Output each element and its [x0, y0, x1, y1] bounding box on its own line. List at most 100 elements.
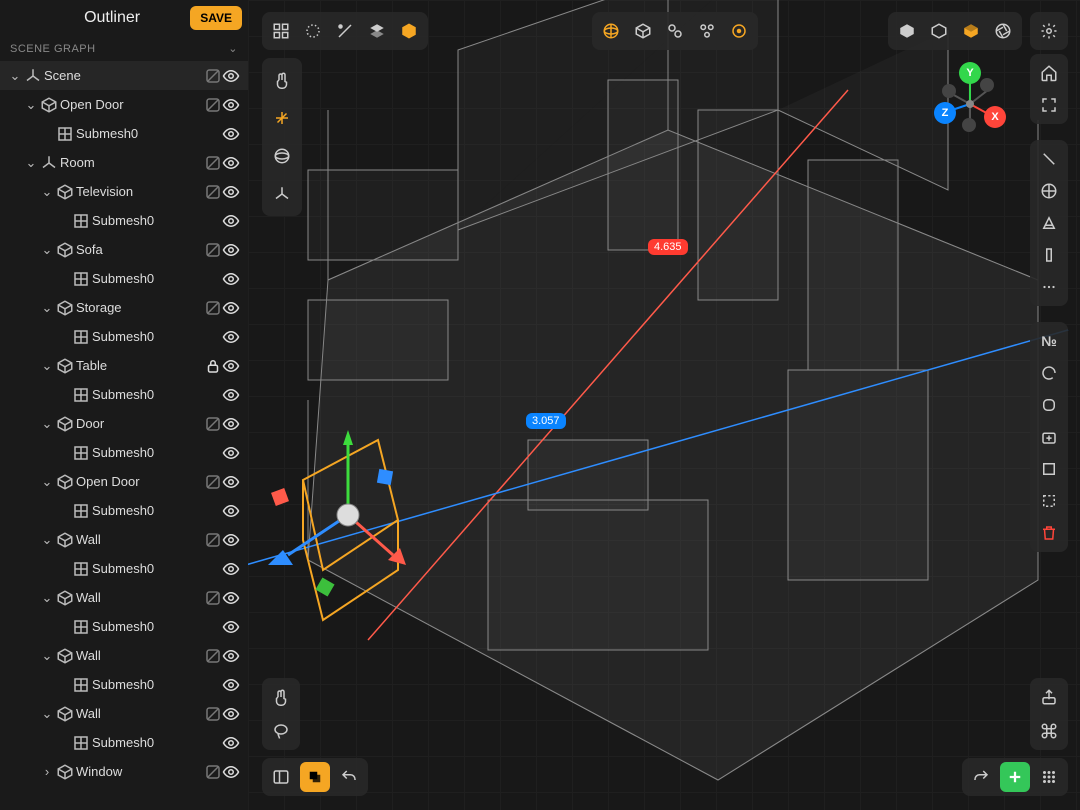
- axes-icon[interactable]: [266, 178, 298, 210]
- visibility-icon[interactable]: [222, 705, 240, 723]
- tree-row[interactable]: ⌄Wall: [0, 583, 248, 612]
- visibility-icon[interactable]: [222, 763, 240, 781]
- axis-x-ball[interactable]: X: [984, 106, 1006, 128]
- backslash-icon[interactable]: [1034, 144, 1064, 174]
- disclosure-icon[interactable]: ›: [40, 764, 54, 779]
- visibility-icon[interactable]: [222, 473, 240, 491]
- column-icon[interactable]: [1034, 240, 1064, 270]
- frame-icon[interactable]: [1034, 90, 1064, 120]
- link-icon[interactable]: [660, 16, 690, 46]
- visibility-icon[interactable]: [222, 386, 240, 404]
- aperture-icon[interactable]: [988, 16, 1018, 46]
- shader-off-icon[interactable]: [204, 473, 222, 491]
- trash-icon[interactable]: [1034, 518, 1064, 548]
- disclosure-icon[interactable]: ⌄: [40, 300, 54, 316]
- add-button[interactable]: [1000, 762, 1030, 792]
- disclosure-icon[interactable]: ⌄: [40, 532, 54, 548]
- tree-row[interactable]: ⌄Wall: [0, 641, 248, 670]
- axis-neg-ball-b[interactable]: [942, 84, 956, 98]
- share-icon[interactable]: [1034, 682, 1064, 712]
- tree-row[interactable]: ⌄Scene: [0, 61, 248, 90]
- shader-off-icon[interactable]: [204, 589, 222, 607]
- move-gizmo-icon[interactable]: [266, 102, 298, 134]
- tree-row[interactable]: ›Window: [0, 757, 248, 786]
- cube-icon[interactable]: [628, 16, 658, 46]
- dots-icon[interactable]: [1034, 272, 1064, 302]
- divide-icon[interactable]: [330, 16, 360, 46]
- disclosure-icon[interactable]: ⌄: [40, 706, 54, 722]
- visibility-icon[interactable]: [222, 125, 240, 143]
- tree-row[interactable]: Submesh0: [0, 264, 248, 293]
- tree-row[interactable]: Submesh0: [0, 206, 248, 235]
- shader-off-icon[interactable]: [204, 705, 222, 723]
- visibility-icon[interactable]: [222, 647, 240, 665]
- axis-gizmo[interactable]: X Y Z: [930, 60, 1010, 140]
- lock-icon[interactable]: [204, 357, 222, 375]
- shader-off-icon[interactable]: [204, 154, 222, 172]
- hand-pan-icon[interactable]: [266, 682, 296, 712]
- tree-row[interactable]: Submesh0: [0, 612, 248, 641]
- select-hand-icon[interactable]: [266, 64, 298, 96]
- tree-row[interactable]: ⌄Open Door: [0, 90, 248, 119]
- square-icon[interactable]: [1034, 454, 1064, 484]
- tree-row[interactable]: Submesh0: [0, 728, 248, 757]
- shader-off-icon[interactable]: [204, 647, 222, 665]
- redo-icon[interactable]: [966, 762, 996, 792]
- tree-row[interactable]: Submesh0: [0, 119, 248, 148]
- visibility-icon[interactable]: [222, 676, 240, 694]
- shader-off-icon[interactable]: [204, 763, 222, 781]
- tree-row[interactable]: ⌄Wall: [0, 699, 248, 728]
- tree-row[interactable]: Submesh0: [0, 496, 248, 525]
- disclosure-icon[interactable]: ⌄: [24, 97, 38, 113]
- tree-row[interactable]: Submesh0: [0, 322, 248, 351]
- visibility-icon[interactable]: [222, 734, 240, 752]
- visibility-icon[interactable]: [222, 415, 240, 433]
- tree-row[interactable]: Submesh0: [0, 554, 248, 583]
- visibility-icon[interactable]: [222, 502, 240, 520]
- visibility-icon[interactable]: [222, 183, 240, 201]
- disclosure-icon[interactable]: ⌄: [24, 155, 38, 171]
- visibility-icon[interactable]: [222, 67, 240, 85]
- disclosure-icon[interactable]: ⌄: [40, 474, 54, 490]
- marquee-icon[interactable]: [1034, 486, 1064, 516]
- tree-row[interactable]: ⌄Table: [0, 351, 248, 380]
- shader-off-icon[interactable]: [204, 299, 222, 317]
- shader-off-icon[interactable]: [204, 96, 222, 114]
- shader-off-icon[interactable]: [204, 183, 222, 201]
- shader-off-icon[interactable]: [204, 531, 222, 549]
- grid-icon[interactable]: [266, 16, 296, 46]
- stack-icon[interactable]: [362, 16, 392, 46]
- grid-cross-icon[interactable]: [1034, 176, 1064, 206]
- save-button[interactable]: SAVE: [190, 6, 242, 30]
- command-icon[interactable]: [1034, 716, 1064, 746]
- visibility-icon[interactable]: [222, 299, 240, 317]
- axis-neg-ball-a[interactable]: [980, 78, 994, 92]
- tree-row[interactable]: ⌄Open Door: [0, 467, 248, 496]
- number-icon[interactable]: №: [1034, 326, 1064, 356]
- tree-row[interactable]: Submesh0: [0, 438, 248, 467]
- firstaid-icon[interactable]: [1034, 422, 1064, 452]
- shader-off-icon[interactable]: [204, 415, 222, 433]
- tree-row[interactable]: ⌄Wall: [0, 525, 248, 554]
- visibility-icon[interactable]: [222, 154, 240, 172]
- tree-row[interactable]: ⌄Room: [0, 148, 248, 177]
- home-icon[interactable]: [1034, 58, 1064, 88]
- tree-row[interactable]: ⌄Door: [0, 409, 248, 438]
- disclosure-icon[interactable]: ⌄: [40, 648, 54, 664]
- cube-shaded-icon[interactable]: [956, 16, 986, 46]
- scene-graph-header[interactable]: SCENE GRAPH ⌄: [0, 36, 248, 61]
- tree-row[interactable]: Submesh0: [0, 380, 248, 409]
- tree-row[interactable]: ⌄Storage: [0, 293, 248, 322]
- disclosure-icon[interactable]: ⌄: [40, 416, 54, 432]
- tree-row[interactable]: ⌄Sofa: [0, 235, 248, 264]
- disclosure-icon[interactable]: ⌄: [40, 590, 54, 606]
- disclosure-icon[interactable]: ⌄: [8, 68, 22, 84]
- axis-y-ball[interactable]: Y: [959, 62, 981, 84]
- shader-off-icon[interactable]: [204, 241, 222, 259]
- visibility-icon[interactable]: [222, 618, 240, 636]
- layers-icon[interactable]: [300, 762, 330, 792]
- globe-icon[interactable]: [596, 16, 626, 46]
- disclosure-icon[interactable]: ⌄: [40, 242, 54, 258]
- rounded-square-icon[interactable]: [1034, 390, 1064, 420]
- disclosure-icon[interactable]: ⌄: [40, 184, 54, 200]
